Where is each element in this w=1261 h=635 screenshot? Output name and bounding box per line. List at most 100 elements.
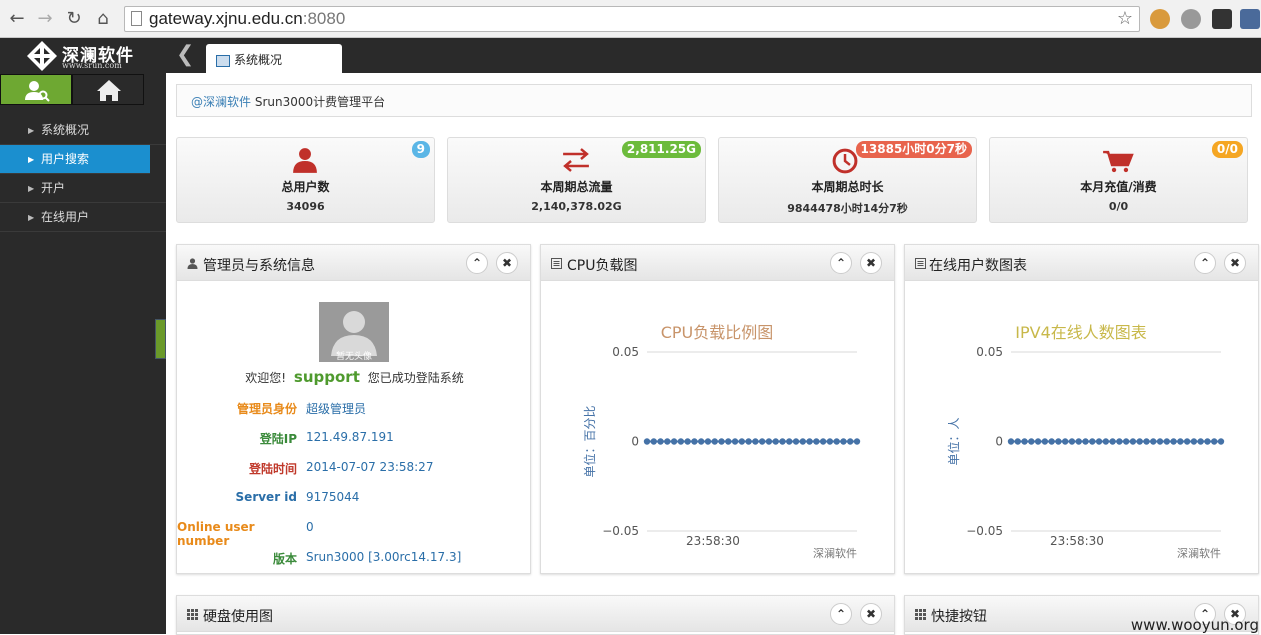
collapse-chevron-icon[interactable]: ⌃ [1194, 252, 1216, 274]
data-point [833, 438, 839, 444]
data-point [1109, 438, 1115, 444]
shopping-cart-icon [990, 146, 1247, 174]
stat-value: 0/0 [990, 200, 1247, 213]
user-icon [177, 146, 434, 174]
logo-mark-icon [26, 40, 58, 72]
panel-header: 硬盘使用图 ⌃ ✖ [177, 596, 894, 632]
cpu-line-chart: CPU负载比例图0.050−0.05单位：百分比23:58:30深澜软件 [541, 281, 894, 573]
close-icon[interactable]: ✖ [1224, 252, 1246, 274]
caret-right-icon: ▶ [28, 174, 34, 203]
browser-toolbar: ← → ↻ ⌂ gateway.xjnu.edu.cn:8080 ☆ [0, 0, 1261, 38]
stat-badge: 2,811.25G [622, 141, 701, 158]
data-point [1042, 438, 1048, 444]
address-bar[interactable]: gateway.xjnu.edu.cn:8080 ☆ [124, 6, 1140, 32]
online-users-panel: 在线用户数图表 ⌃ ✖ IPV4在线人数图表0.050−0.05单位：人23:5… [904, 244, 1259, 574]
data-point [854, 438, 860, 444]
stat-duration[interactable]: 本周期总时长 9844478小时14分7秒 13885小时0分7秒 [718, 137, 977, 223]
data-point [1177, 438, 1183, 444]
breadcrumb-brand-link[interactable]: @深澜软件 [191, 95, 251, 109]
close-icon[interactable]: ✖ [860, 252, 882, 274]
brand-logo: 深澜软件 www.srun.com [0, 38, 166, 74]
stat-badge: 13885小时0分7秒 [856, 141, 972, 158]
stat-badge: 0/0 [1212, 141, 1243, 158]
data-point [1089, 438, 1095, 444]
stat-total-users[interactable]: 总用户数 34096 9 [176, 137, 435, 223]
collapse-chevron-icon[interactable]: ⌃ [830, 252, 852, 274]
data-point [698, 438, 704, 444]
close-icon[interactable]: ✖ [496, 252, 518, 274]
list-icon [551, 258, 562, 269]
welcome-line: 欢迎您! support 您已成功登陆系统 [177, 368, 532, 386]
stat-recharge[interactable]: 本月充值/消费 0/0 0/0 [989, 137, 1248, 223]
data-point [1048, 438, 1054, 444]
data-point [1015, 438, 1021, 444]
tool-extension-icon[interactable] [1212, 9, 1232, 29]
url-text: gateway.xjnu.edu.cn:8080 [149, 9, 345, 29]
info-row-role: 管理员身份超级管理员 [177, 400, 531, 418]
data-point [1096, 438, 1102, 444]
data-point [827, 438, 833, 444]
info-row-login-time: 登陆时间2014-07-07 23:58:27 [177, 460, 531, 478]
globe-extension-icon[interactable] [1181, 9, 1201, 29]
data-point [1062, 438, 1068, 444]
window-icon [216, 55, 230, 67]
data-point [732, 438, 738, 444]
panel-title: CPU负载图 [567, 255, 637, 275]
data-point [671, 438, 677, 444]
data-point [1069, 438, 1075, 444]
data-point [786, 438, 792, 444]
back-arrow-icon[interactable]: ← [6, 8, 28, 30]
chart-title: CPU负载比例图 [661, 323, 774, 342]
info-row-version: 版本Srun3000 [3.00rc14.17.3] [177, 550, 531, 568]
main-content: @深澜软件 Srun3000计费管理平台 总用户数 34096 9 本周期总流量… [166, 73, 1261, 634]
y-tick-label: −0.05 [966, 524, 1003, 538]
bookmark-star-icon[interactable]: ☆ [1117, 8, 1133, 29]
data-point [1116, 438, 1122, 444]
data-point [1164, 438, 1170, 444]
home-icon[interactable]: ⌂ [92, 8, 114, 30]
online-users-line-chart: IPV4在线人数图表0.050−0.05单位：人23:58:30深澜软件 [905, 281, 1258, 573]
cookie-extension-icon[interactable] [1150, 9, 1170, 29]
sidebar-item-overview[interactable]: ▶系统概况 [0, 116, 166, 145]
sidebar-collapse-handle[interactable] [155, 319, 166, 359]
y-tick-label: 0 [631, 435, 639, 449]
user-tab-button[interactable] [0, 74, 72, 105]
camera-extension-icon[interactable] [1240, 9, 1260, 29]
collapse-chevron-icon[interactable]: ⌃ [830, 603, 852, 625]
top-bar: ❮ 系统概况 [166, 38, 1261, 73]
chart-credit: 深澜软件 [813, 546, 857, 560]
sidebar: 深澜软件 www.srun.com ▶系统概况 ▶用户搜索 ▶开户 ▶在线用户 [0, 38, 166, 634]
reload-icon[interactable]: ↻ [63, 8, 85, 30]
info-row-login-ip: 登陆IP121.49.87.191 [177, 430, 531, 448]
disk-usage-panel: 硬盘使用图 ⌃ ✖ [176, 595, 895, 635]
caret-right-icon: ▶ [28, 203, 34, 232]
data-point [1197, 438, 1203, 444]
stat-traffic[interactable]: 本周期总流量 2,140,378.02G 2,811.25G [447, 137, 706, 223]
watermark: www.wooyun.org [1131, 616, 1259, 634]
tab-overview[interactable]: 系统概况 [206, 44, 342, 73]
data-point [813, 438, 819, 444]
brand-url: www.srun.com [62, 61, 122, 70]
data-point [752, 438, 758, 444]
stat-value: 2,140,378.02G [448, 200, 705, 213]
panel-header: CPU负载图 ⌃ ✖ [541, 245, 894, 281]
sidebar-item-user-search[interactable]: ▶用户搜索 [0, 145, 150, 174]
data-point [739, 438, 745, 444]
sidebar-item-open-account[interactable]: ▶开户 [0, 174, 166, 203]
panel-title: 在线用户数图表 [929, 255, 1027, 275]
collapse-chevron-icon[interactable]: ⌃ [466, 252, 488, 274]
forward-arrow-icon[interactable]: → [34, 8, 56, 30]
data-point [793, 438, 799, 444]
data-point [1123, 438, 1129, 444]
sidebar-item-online-users[interactable]: ▶在线用户 [0, 203, 166, 232]
data-point [644, 438, 650, 444]
data-point [1021, 438, 1027, 444]
chevron-left-icon[interactable]: ❮ [176, 42, 194, 67]
data-point [712, 438, 718, 444]
x-tick-label: 23:58:30 [1050, 534, 1104, 548]
data-point [745, 438, 751, 444]
home-tab-button[interactable] [72, 74, 144, 105]
close-icon[interactable]: ✖ [860, 603, 882, 625]
stat-value: 34096 [177, 200, 434, 213]
chart-credit: 深澜软件 [1177, 546, 1221, 560]
